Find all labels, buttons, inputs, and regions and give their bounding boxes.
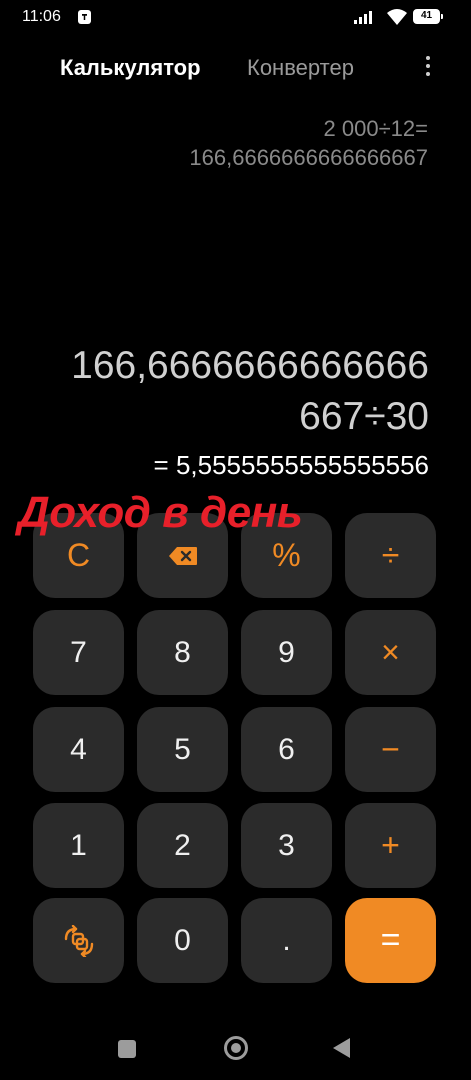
mode-switch-button[interactable] (33, 898, 124, 983)
minus-button[interactable]: − (345, 707, 436, 792)
digit-9-button[interactable]: 9 (241, 610, 332, 695)
battery-tip (441, 14, 443, 19)
tab-calculator[interactable]: Калькулятор (60, 55, 201, 81)
digit-4-button[interactable]: 4 (33, 707, 124, 792)
expression-line-2: 667÷30 (299, 395, 429, 438)
recent-apps-icon[interactable] (118, 1040, 136, 1058)
mode-switch-icon (64, 924, 93, 957)
digit-7-button[interactable]: 7 (33, 610, 124, 695)
history-expression[interactable]: 2 000÷12= (324, 116, 428, 142)
digit-1-button[interactable]: 1 (33, 803, 124, 888)
status-bar: 11:06 41 (0, 0, 471, 36)
digit-2-button[interactable]: 2 (137, 803, 228, 888)
history-result[interactable]: 166,6666666666666667 (189, 145, 428, 171)
preview-result: = 5,5555555555555556 (153, 450, 429, 480)
plus-button[interactable]: + (345, 803, 436, 888)
digit-0-button[interactable]: 0 (137, 898, 228, 983)
digit-5-button[interactable]: 5 (137, 707, 228, 792)
wifi-icon (387, 9, 407, 25)
annotation-label: Доход в день (18, 488, 303, 537)
divide-button[interactable]: ÷ (345, 513, 436, 598)
more-vertical-icon[interactable] (421, 54, 435, 78)
battery-icon: 41 (413, 9, 440, 24)
expression-line-1: 166,6666666666666 (71, 344, 429, 387)
digit-6-button[interactable]: 6 (241, 707, 332, 792)
home-icon[interactable] (224, 1036, 248, 1060)
equals-button[interactable]: = (345, 898, 436, 983)
digit-3-button[interactable]: 3 (241, 803, 332, 888)
notification-icon (78, 10, 91, 24)
multiply-button[interactable]: × (345, 610, 436, 695)
digit-8-button[interactable]: 8 (137, 610, 228, 695)
status-time: 11:06 (22, 8, 61, 25)
decimal-button[interactable]: . (241, 898, 332, 983)
back-icon[interactable] (333, 1038, 350, 1058)
tab-converter[interactable]: Конвертер (247, 55, 354, 81)
backspace-icon (168, 546, 197, 565)
signal-icon (354, 10, 378, 24)
